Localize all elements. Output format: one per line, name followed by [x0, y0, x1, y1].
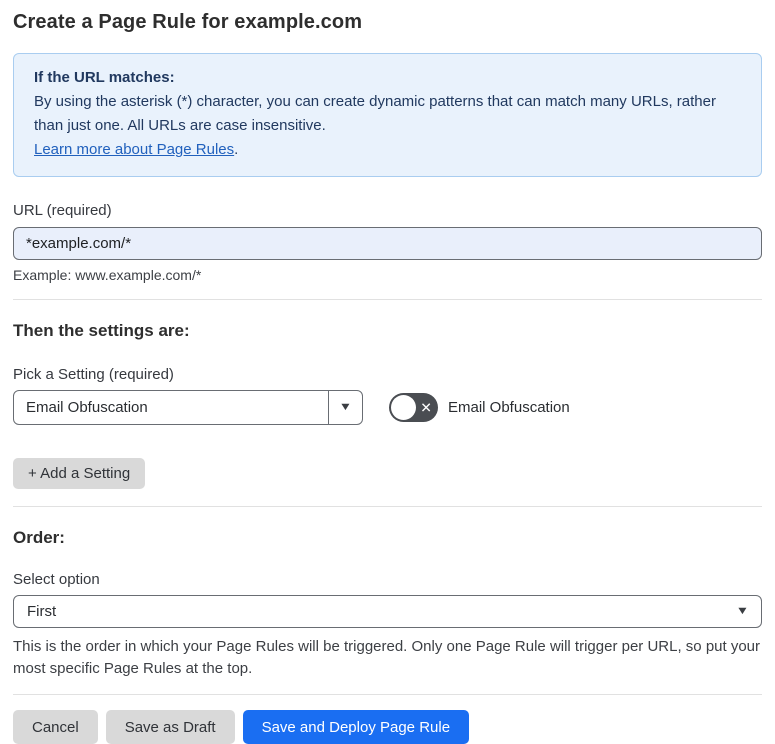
order-select[interactable]: First ▼ [13, 595, 762, 628]
order-section-heading: Order: [13, 528, 65, 547]
save-and-deploy-button[interactable]: Save and Deploy Page Rule [242, 710, 470, 744]
setting-dropdown-value: Email Obfuscation [26, 399, 148, 416]
save-as-draft-button[interactable]: Save as Draft [105, 710, 235, 744]
setting-dropdown-arrow-box[interactable]: ▼ [328, 391, 362, 424]
url-match-info-box: If the URL matches: By using the asteris… [13, 53, 762, 177]
toggle-label: Email Obfuscation [448, 399, 570, 416]
email-obfuscation-toggle[interactable]: ✕ [389, 393, 438, 422]
info-box-heading: If the URL matches: [34, 69, 175, 86]
info-box-link-row: Learn more about Page Rules. [34, 138, 741, 162]
footer-actions: Cancel Save as Draft Save and Deploy Pag… [13, 710, 762, 744]
toggle-off-x-icon: ✕ [420, 399, 432, 416]
divider [13, 506, 762, 507]
chevron-down-icon: ▼ [735, 605, 750, 617]
settings-section-heading: Then the settings are: [13, 321, 190, 340]
pick-setting-label: Pick a Setting (required) [13, 366, 174, 383]
add-setting-button[interactable]: + Add a Setting [13, 458, 146, 489]
page-title: Create a Page Rule for example.com [13, 11, 363, 33]
setting-dropdown[interactable]: Email Obfuscation ▼ [13, 390, 363, 425]
learn-more-link[interactable]: Learn more about Page Rules [34, 141, 234, 158]
order-select-value: First [27, 603, 57, 620]
order-select-label: Select option [13, 571, 100, 588]
toggle-knob [391, 395, 416, 420]
cancel-button[interactable]: Cancel [13, 710, 98, 744]
setting-row: Email Obfuscation ▼ ✕ Email Obfuscation [13, 390, 762, 425]
order-helper-text: This is the order in which your Page Rul… [13, 638, 761, 677]
info-box-body: By using the asterisk (*) character, you… [34, 93, 716, 134]
divider [13, 299, 762, 300]
chevron-down-icon: ▼ [338, 401, 353, 413]
link-suffix: . [234, 141, 239, 158]
url-field-label: URL (required) [13, 202, 112, 219]
url-example-helper: Example: www.example.com/* [13, 267, 202, 283]
divider [13, 694, 762, 695]
url-input[interactable] [13, 227, 762, 260]
page-rule-form: Create a Page Rule for example.com If th… [0, 10, 775, 744]
